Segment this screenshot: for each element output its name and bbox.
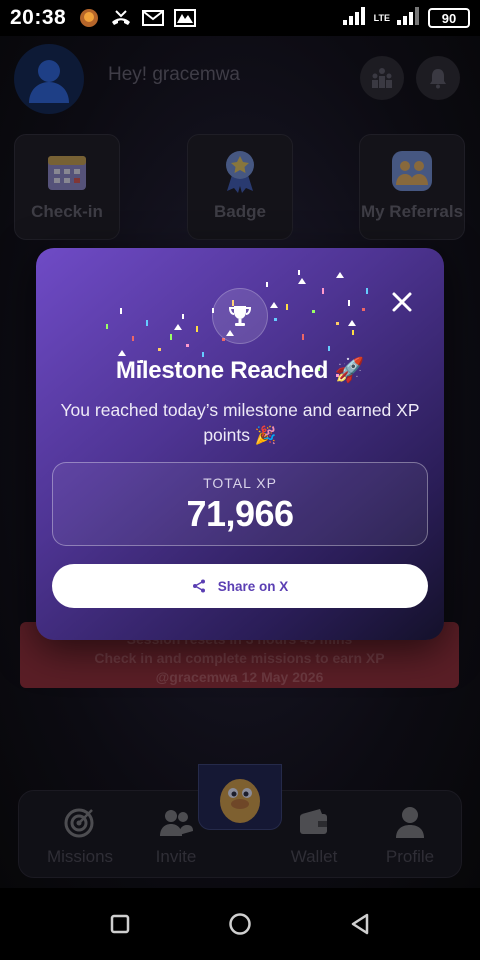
close-button[interactable] [388, 288, 416, 316]
square-icon [110, 914, 130, 934]
mascot-home-button[interactable] [198, 764, 282, 830]
session-user-date-text: @gracemwa 12 May 2026 [155, 669, 324, 685]
battery-icon: 90 [428, 8, 470, 28]
leaderboard-button[interactable] [360, 56, 404, 100]
xp-label: TOTAL XP [203, 475, 277, 491]
bell-icon [430, 69, 446, 89]
close-icon [392, 292, 412, 312]
medal-icon [218, 149, 262, 193]
tile-label: Check-in [31, 202, 103, 221]
quick-actions: Check-in Badge My Referrals [0, 134, 480, 244]
session-instruction-text: Check in and complete missions to earn X… [94, 650, 385, 666]
signal-icon [342, 6, 368, 31]
nav-missions[interactable]: Missions [35, 805, 125, 867]
gallery-mail-icon [174, 8, 197, 28]
recents-button[interactable] [106, 910, 134, 938]
status-bar: 20:38 LTE 90 [0, 0, 480, 36]
trophy-icon [228, 306, 252, 326]
share-icon [192, 579, 205, 593]
missed-call-icon [110, 8, 132, 28]
user-icon [29, 60, 69, 103]
wallet-icon [269, 805, 359, 839]
notification-icons [78, 8, 197, 28]
tile-label: My Referrals [360, 202, 464, 221]
notifications-button[interactable] [416, 56, 460, 100]
duck-mascot-icon [220, 779, 260, 823]
modal-subtitle: You reached today’s milestone and earned… [60, 400, 420, 445]
triangle-back-icon [351, 913, 369, 935]
system-status-icons: LTE 90 [342, 6, 470, 31]
group-icon [390, 149, 434, 193]
status-time: 20:38 [10, 6, 67, 29]
signal-2-icon [396, 6, 422, 31]
nav-wallet[interactable]: Wallet [269, 805, 359, 867]
header: Hey! gracemwa [0, 36, 480, 120]
share-on-x-button[interactable]: Share on X [52, 564, 428, 608]
badge-tile[interactable]: Badge [187, 134, 293, 240]
trophy-badge [212, 288, 268, 344]
podium-icon [372, 68, 392, 88]
home-button[interactable] [226, 910, 254, 938]
gmail-icon [142, 8, 165, 28]
system-nav-bar [0, 888, 480, 960]
calendar-icon [45, 149, 89, 193]
nav-label: Invite [155, 847, 197, 866]
app-notification-icon [78, 8, 100, 28]
check-in-tile[interactable]: Check-in [14, 134, 120, 240]
total-xp-card: TOTAL XP 71,966 [52, 462, 428, 546]
greeting: Hey! gracemwa [108, 64, 240, 85]
nav-label: Profile [385, 847, 435, 866]
share-label: Share on X [217, 578, 289, 594]
circle-icon [229, 913, 251, 935]
modal-title: Milestone Reached 🚀 [115, 357, 365, 384]
nav-profile[interactable]: Profile [365, 805, 455, 867]
milestone-modal: Milestone Reached 🚀 You reached today’s … [36, 248, 444, 640]
nav-label: Wallet [290, 847, 338, 866]
target-icon [35, 805, 125, 839]
avatar[interactable] [14, 44, 84, 114]
back-button[interactable] [346, 910, 374, 938]
referrals-tile[interactable]: My Referrals [359, 134, 465, 240]
person-icon [365, 805, 455, 839]
nav-label: Missions [46, 847, 114, 866]
tile-label: Badge [214, 202, 266, 221]
network-type-icon: LTE [373, 13, 390, 23]
xp-value: 71,966 [186, 493, 294, 534]
